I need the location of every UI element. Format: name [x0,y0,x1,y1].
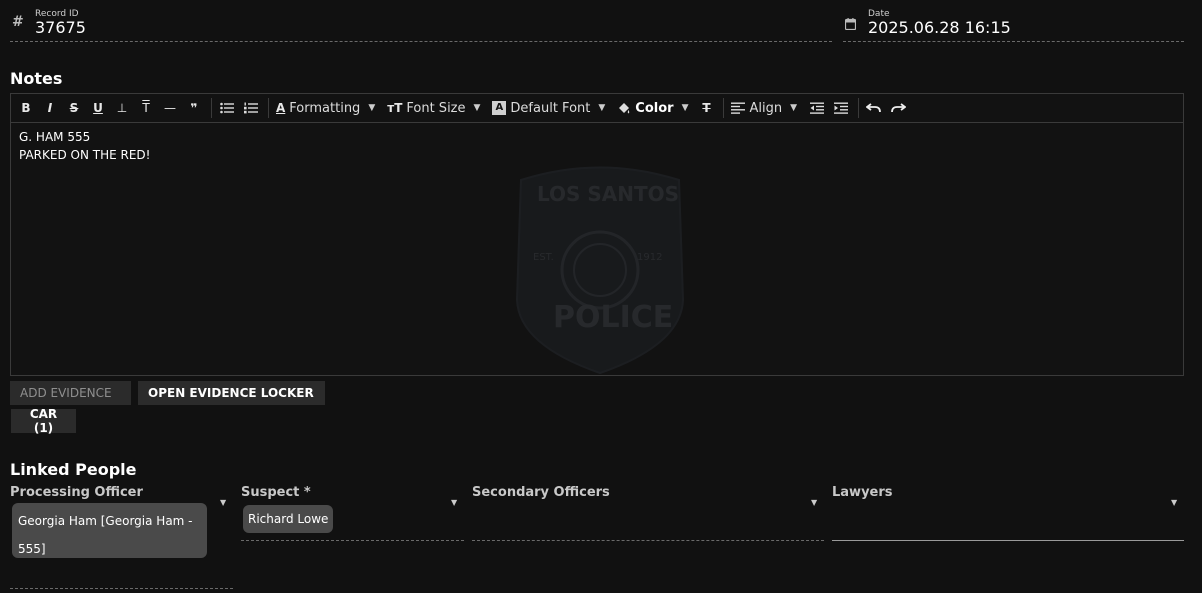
watermark-est-left: EST. [533,252,554,263]
toolbar-divider [268,98,269,118]
outdent-button[interactable] [806,97,828,119]
note-line-1: G. HAM 555 [19,130,91,144]
font-size-dropdown[interactable]: ᴛT Font Size ▼ [384,97,483,119]
italic-label: I [47,101,53,115]
hash-icon: # [12,14,24,30]
chevron-down-icon: ▼ [790,103,798,113]
processing-officer-label: Processing Officer [10,485,143,500]
note-line-2: PARKED ON THE RED! [19,148,151,162]
secondary-officers-underline [472,540,824,541]
undo-button[interactable] [863,97,885,119]
secondary-officers-label: Secondary Officers [472,485,610,500]
date-field[interactable]: Date 2025.06.28 16:15 [843,6,1184,42]
chevron-down-icon[interactable]: ▼ [811,498,817,507]
color-label: Color [635,100,674,116]
suspect-chip-label: Richard Lowe [248,512,329,526]
secondary-officers-select[interactable]: Secondary Officers ▼ [472,484,824,542]
lawyers-underline [832,540,1184,541]
watermark-est-right: 1912 [637,252,663,263]
chevron-down-icon[interactable]: ▼ [1171,498,1177,507]
suspect-underline [241,540,464,541]
chevron-down-icon: ▼ [473,103,481,113]
processing-officer-chip[interactable]: Georgia Ham [Georgia Ham - 555] [12,503,207,558]
superscript-button[interactable]: T [135,97,157,119]
indent-button[interactable] [830,97,852,119]
lawyers-label: Lawyers [832,485,893,500]
formatting-label: Formatting [289,100,361,116]
numbered-list-button[interactable] [240,97,262,119]
text-format-icon: A [276,101,286,115]
clear-format-icon: T [702,101,711,115]
bullet-list-icon [220,102,234,114]
chevron-down-icon: ▼ [681,103,689,113]
suspect-chip[interactable]: Richard Lowe [243,505,334,533]
toolbar-divider [858,98,860,118]
align-left-icon [731,102,746,114]
calendar-icon [844,15,857,31]
bullet-list-button[interactable] [216,97,238,119]
lawyers-select[interactable]: Lawyers ▼ [832,484,1184,542]
horizontal-rule-button[interactable]: — [159,97,181,119]
date-value: 2025.06.28 16:15 [868,18,1011,37]
date-underline [843,41,1184,42]
subscript-label: ⊥ [116,101,128,115]
undo-icon [866,103,881,113]
numbered-list-icon [244,102,258,114]
underline-label: U [93,101,103,115]
align-dropdown[interactable]: Align ▼ [728,97,800,119]
notes-title: Notes [10,69,63,88]
linked-people-title: Linked People [10,460,137,479]
underline-button[interactable]: U [87,97,109,119]
record-id-underline [10,41,832,42]
record-id-field[interactable]: # Record ID 37675 [10,6,832,42]
watermark-top-text: LOS SANTOS [537,182,680,206]
quote-label: ❞ [190,101,198,115]
default-font-label: Default Font [510,100,591,116]
strike-label: S [69,101,79,115]
bold-button[interactable]: B [15,97,37,119]
editor-toolbar: B I S U ⊥ T — ❞ A Formatting ▼ ᴛT Font S… [11,94,1183,123]
outdent-icon [810,102,825,114]
paint-bucket-icon [619,103,630,114]
suspect-select[interactable]: Suspect * ▼ Richard Lowe [241,484,464,542]
chevron-down-icon: ▼ [368,103,376,113]
italic-button[interactable]: I [39,97,61,119]
redo-icon [891,103,907,113]
notes-editor[interactable]: B I S U ⊥ T — ❞ A Formatting ▼ ᴛT Font S… [10,93,1184,376]
font-family-icon: A [492,101,507,115]
align-label: Align [749,100,783,116]
suspect-label: Suspect * [241,485,311,500]
record-id-value: 37675 [35,18,86,37]
chevron-down-icon[interactable]: ▼ [220,498,226,507]
processing-officer-underline [10,588,233,589]
formatting-dropdown[interactable]: A Formatting ▼ [273,97,378,119]
add-evidence-button[interactable]: ADD EVIDENCE [10,381,131,405]
subscript-button[interactable]: ⊥ [111,97,133,119]
car-evidence-button[interactable]: CAR (1) [11,407,76,435]
bold-label: B [21,101,31,115]
font-family-dropdown[interactable]: A Default Font ▼ [489,97,608,119]
open-evidence-locker-button[interactable]: OPEN EVIDENCE LOCKER [138,381,325,405]
redo-button[interactable] [887,97,909,119]
font-size-label: Font Size [406,100,466,116]
processing-officer-select[interactable]: Processing Officer ▼ Georgia Ham [Georgi… [10,484,233,590]
superscript-label: T [142,101,150,115]
strikethrough-button[interactable]: S [63,97,85,119]
clear-format-button[interactable]: T [695,97,717,119]
toolbar-divider [211,98,212,118]
police-badge-watermark: LOS SANTOS EST. 1912 POLICE [511,160,689,375]
chevron-down-icon: ▼ [598,103,606,113]
color-dropdown[interactable]: Color ▼ [614,97,691,119]
font-size-icon: ᴛT [387,101,403,115]
processing-officer-chip-label: Georgia Ham [Georgia Ham - 555] [18,514,193,556]
indent-icon [834,102,849,114]
hr-label: — [164,101,176,115]
toolbar-divider [723,98,725,118]
watermark-bottom-text: POLICE [553,300,674,335]
blockquote-button[interactable]: ❞ [183,97,205,119]
chevron-down-icon[interactable]: ▼ [451,498,457,507]
